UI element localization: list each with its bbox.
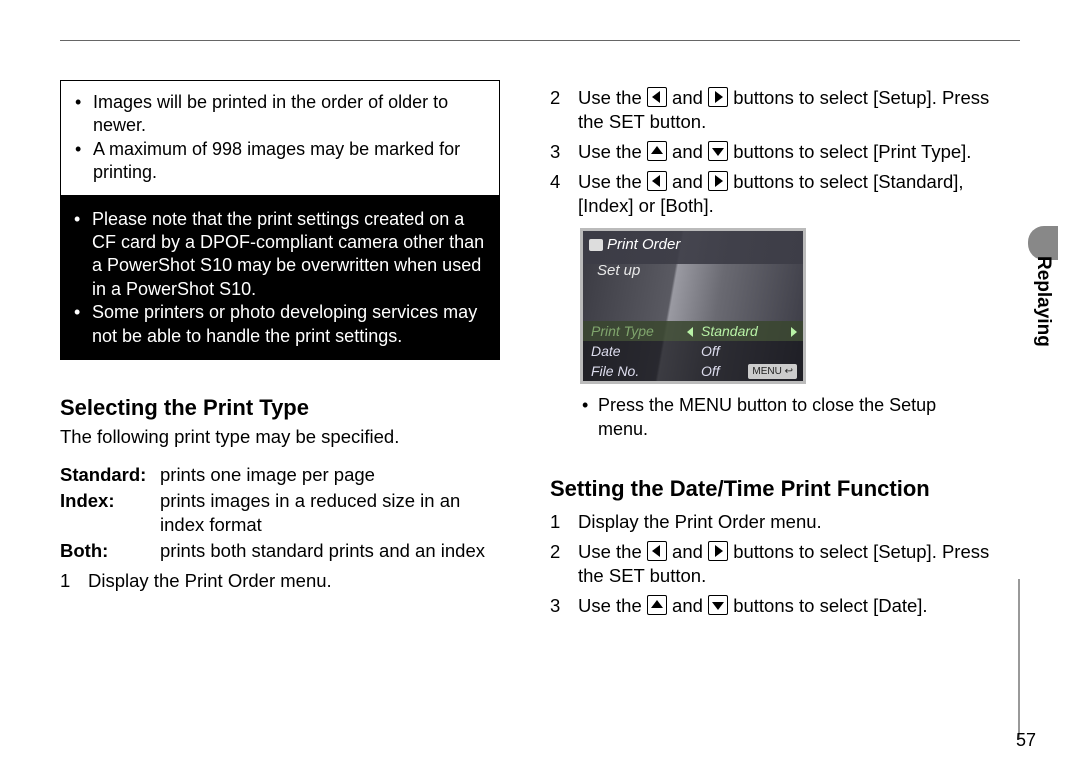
printer-icon (589, 239, 603, 251)
right-arrow-icon (708, 87, 728, 107)
manual-page: Replaying 57 Images will be printed in t… (0, 0, 1080, 765)
white-note-box: Images will be printed in the order of o… (60, 80, 500, 196)
heading-print-type: Selecting the Print Type (60, 394, 500, 423)
lcd-row-label: File No. (591, 362, 693, 380)
left-column: Images will be printed in the order of o… (60, 80, 500, 624)
intro-text: The following print type may be specifie… (60, 425, 500, 449)
step-text: Use the and buttons to select [Print Typ… (578, 140, 990, 164)
step: 3 Use the and buttons to select [Print T… (550, 140, 990, 164)
lcd-menu-button: MENU ↩ (748, 364, 797, 379)
thumb-cap (1028, 226, 1058, 260)
step-number: 3 (550, 594, 564, 618)
step-number: 1 (60, 569, 74, 593)
right-arrow-icon (708, 171, 728, 191)
note-item: Images will be printed in the order of o… (75, 91, 485, 138)
def-term: Index: (60, 489, 160, 537)
lcd-row-label: Date (591, 342, 693, 360)
lcd-title: Print Order (607, 235, 680, 255)
black-note-box: Please note that the print settings crea… (60, 196, 500, 360)
lcd-row-value: Off (693, 342, 795, 360)
side-tab-label: Replaying (1032, 256, 1054, 347)
step-text: Use the and buttons to select [Standard]… (578, 170, 990, 218)
up-arrow-icon (647, 141, 667, 161)
step-text: Use the and buttons to select [Date]. (578, 594, 990, 618)
left-arrow-icon (647, 541, 667, 561)
step: 1 Display the Print Order menu. (60, 569, 500, 593)
up-arrow-icon (647, 595, 667, 615)
step: 2 Use the and buttons to select [Setup].… (550, 540, 990, 588)
lcd-setup-label: Set up (597, 261, 640, 281)
down-arrow-icon (708, 595, 728, 615)
close-note: Press the MENU button to close the Setup… (574, 394, 990, 441)
def-term: Standard: (60, 463, 160, 487)
note-item: Please note that the print settings crea… (74, 208, 486, 302)
note-item: Some printers or photo developing servic… (74, 301, 486, 348)
step-text: Use the and buttons to select [Setup]. P… (578, 86, 990, 134)
camera-lcd-mock: Print Order Set up Print Type Standard D… (580, 228, 806, 384)
bottom-gutter (1018, 579, 1020, 739)
heading-date-time: Setting the Date/Time Print Function (550, 475, 990, 504)
note-item: A maximum of 998 images may be marked fo… (75, 138, 485, 185)
lcd-row-value: Standard (693, 322, 795, 340)
down-arrow-icon (708, 141, 728, 161)
right-column: 2 Use the and buttons to select [Setup].… (550, 80, 990, 624)
left-arrow-icon (647, 171, 667, 191)
print-type-definitions: Standard: prints one image per page Inde… (60, 463, 500, 563)
def-text: prints both standard prints and an index (160, 539, 500, 563)
step: 1 Display the Print Order menu. (550, 510, 990, 534)
step: 3 Use the and buttons to select [Date]. (550, 594, 990, 618)
step-number: 4 (550, 170, 564, 218)
step-text: Display the Print Order menu. (578, 510, 990, 534)
side-tab: Replaying (1032, 256, 1054, 416)
top-rule (60, 40, 1020, 41)
step-text: Use the and buttons to select [Setup]. P… (578, 540, 990, 588)
step: 2 Use the and buttons to select [Setup].… (550, 86, 990, 134)
step-number: 2 (550, 86, 564, 134)
page-number: 57 (1016, 730, 1036, 751)
left-arrow-icon (647, 87, 667, 107)
def-text: prints one image per page (160, 463, 500, 487)
step: 4 Use the and buttons to select [Standar… (550, 170, 990, 218)
def-text: prints images in a reduced size in an in… (160, 489, 500, 537)
def-term: Both: (60, 539, 160, 563)
right-arrow-icon (708, 541, 728, 561)
step-number: 1 (550, 510, 564, 534)
step-number: 3 (550, 140, 564, 164)
step-text: Display the Print Order menu. (88, 569, 500, 593)
step-number: 2 (550, 540, 564, 588)
